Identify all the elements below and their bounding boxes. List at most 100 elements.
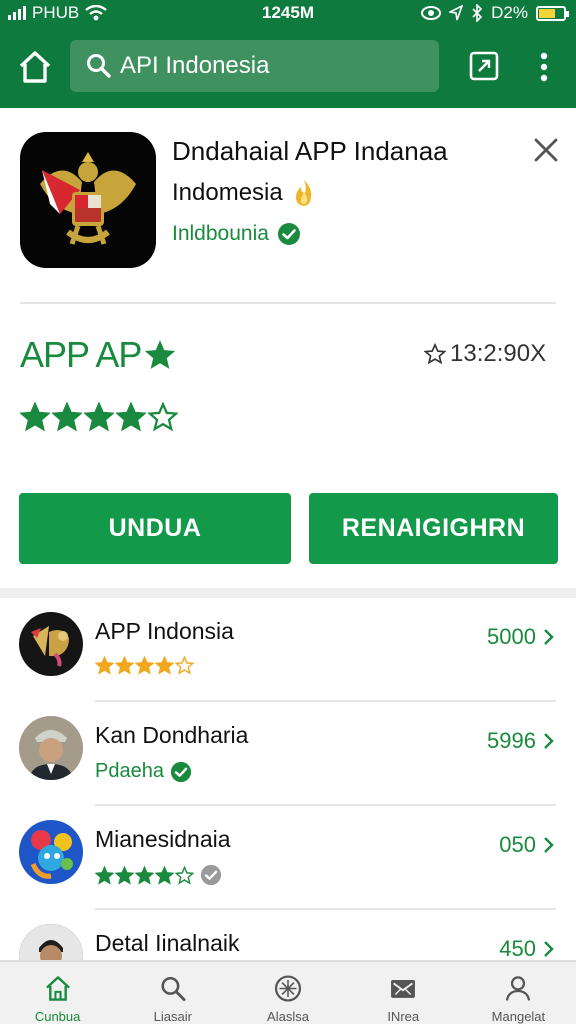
home-icon <box>19 51 51 83</box>
stat-label-row: APP AP <box>20 334 177 376</box>
item-stars <box>95 865 194 885</box>
rating-stars <box>20 402 178 432</box>
battery-percent: D2% <box>491 3 528 22</box>
star-filled-icon <box>135 656 154 675</box>
battery-icon <box>536 5 569 21</box>
search-box[interactable] <box>70 40 439 92</box>
list-item-value-row: 450 <box>499 936 554 962</box>
star-empty-icon <box>148 402 178 432</box>
colorful-mascot-icon <box>30 830 73 879</box>
list-item-value: 050 <box>499 832 536 857</box>
list-item-title: Detal Iinalnaik <box>95 930 240 956</box>
open-external-button[interactable] <box>468 50 500 82</box>
garuda-emblem-icon <box>40 152 136 245</box>
star-filled-icon <box>115 865 134 885</box>
list-item[interactable]: Mianesidnaia 050 <box>0 806 576 910</box>
search-input[interactable] <box>120 52 420 80</box>
nav-inbox-label: INrea <box>387 1009 420 1024</box>
chevron-right-icon <box>544 837 554 853</box>
list-item[interactable]: APP Indonsia 5000 <box>0 598 576 702</box>
person-avatar-icon <box>19 716 83 780</box>
toolbar <box>0 26 576 108</box>
app-subtitle: Indomesia <box>172 179 283 206</box>
home-button[interactable] <box>16 48 54 86</box>
list-item-rating <box>95 656 194 675</box>
verified-badge-icon <box>277 223 300 245</box>
mail-icon <box>391 979 416 998</box>
list-item-value: 450 <box>499 936 536 961</box>
download-button[interactable]: UNDUA <box>19 493 291 564</box>
star-empty-icon <box>175 656 194 675</box>
close-button[interactable] <box>530 134 562 166</box>
list-item-title: Mianesidnaia <box>95 826 231 852</box>
list-item-value: 5000 <box>487 624 536 649</box>
status-right: D2% <box>421 3 569 23</box>
stat-count: 13:2:90X <box>450 340 547 367</box>
star-filled-icon <box>95 865 114 885</box>
home-icon <box>45 976 70 1001</box>
location-icon <box>449 5 464 21</box>
star-filled-icon <box>155 865 174 885</box>
app-detail-card: Dndahaial APP Indanaa Indomesia Inldboun… <box>0 108 576 598</box>
list-item-value-row: 050 <box>499 832 554 858</box>
list-item-value: 5996 <box>487 728 536 753</box>
star-icon <box>145 340 176 369</box>
secondary-action-button[interactable]: RENAIGIGHRN <box>309 493 558 564</box>
list-item-sub-row: Pdaeha <box>95 760 192 783</box>
chevron-right-icon <box>544 629 554 645</box>
verified-badge-icon <box>170 761 192 782</box>
nav-home[interactable]: Cunbua <box>0 962 115 1024</box>
list-item-title: Kan Dondharia <box>95 722 249 748</box>
developer-name: Inldbounia <box>172 222 269 245</box>
nav-explore-label: Alaslsa <box>267 1009 309 1024</box>
nav-search[interactable]: Liasair <box>115 962 230 1024</box>
more-vert-icon <box>540 52 548 82</box>
app-subtitle-row: Indomesia <box>172 178 317 208</box>
star-filled-icon <box>135 865 154 885</box>
star-filled-icon <box>155 656 174 675</box>
nav-profile[interactable]: Mangelat <box>461 962 576 1024</box>
star-outline-icon <box>424 343 446 365</box>
list-item-sub: Pdaeha <box>95 760 164 782</box>
app-icon[interactable] <box>20 132 156 268</box>
stat-count-row: 13:2:90X <box>424 340 546 368</box>
star-filled-icon <box>84 402 114 432</box>
compass-icon <box>274 975 302 1002</box>
nav-profile-label: Mangelat <box>491 1009 546 1024</box>
list-item-title: APP Indonsia <box>95 618 234 644</box>
list-item-rating <box>95 864 222 886</box>
avatar <box>19 820 83 884</box>
developer-row[interactable]: Inldbounia <box>172 222 301 246</box>
more-options-button[interactable] <box>528 50 560 84</box>
eye-icon <box>421 6 442 20</box>
avatar <box>19 612 83 676</box>
flame-icon <box>295 180 311 206</box>
list-item-value-row: 5000 <box>487 624 554 650</box>
list-item[interactable]: Kan Dondharia Pdaeha 5996 <box>0 702 576 806</box>
divider <box>20 302 556 304</box>
star-empty-icon <box>175 865 194 885</box>
list-item-value-row: 5996 <box>487 728 554 754</box>
chevron-right-icon <box>544 733 554 749</box>
bottom-navigation: Cunbua Liasair Alaslsa INrea Mangelat <box>0 960 576 1024</box>
external-link-icon <box>469 51 499 81</box>
nav-home-label: Cunbua <box>34 1009 81 1024</box>
close-icon <box>534 138 558 162</box>
chevron-right-icon <box>544 941 554 957</box>
nav-explore[interactable]: Alaslsa <box>230 962 345 1024</box>
status-bar: PHUB 1245M D2% <box>0 0 576 26</box>
eagle-avatar-icon <box>31 626 69 667</box>
profile-icon <box>506 976 531 1001</box>
search-icon <box>87 54 111 78</box>
stat-label: APP AP <box>20 334 142 375</box>
nav-inbox[interactable]: INrea <box>346 962 461 1024</box>
star-filled-icon <box>52 402 82 432</box>
star-filled-icon <box>95 656 114 675</box>
item-stars <box>95 656 194 675</box>
app-title: Dndahaial APP Indanaa <box>172 136 448 166</box>
section-separator <box>0 588 576 598</box>
nav-search-label: Liasair <box>153 1009 192 1024</box>
avatar <box>19 716 83 780</box>
star-filled-icon <box>115 656 134 675</box>
bluetooth-icon <box>472 4 483 22</box>
